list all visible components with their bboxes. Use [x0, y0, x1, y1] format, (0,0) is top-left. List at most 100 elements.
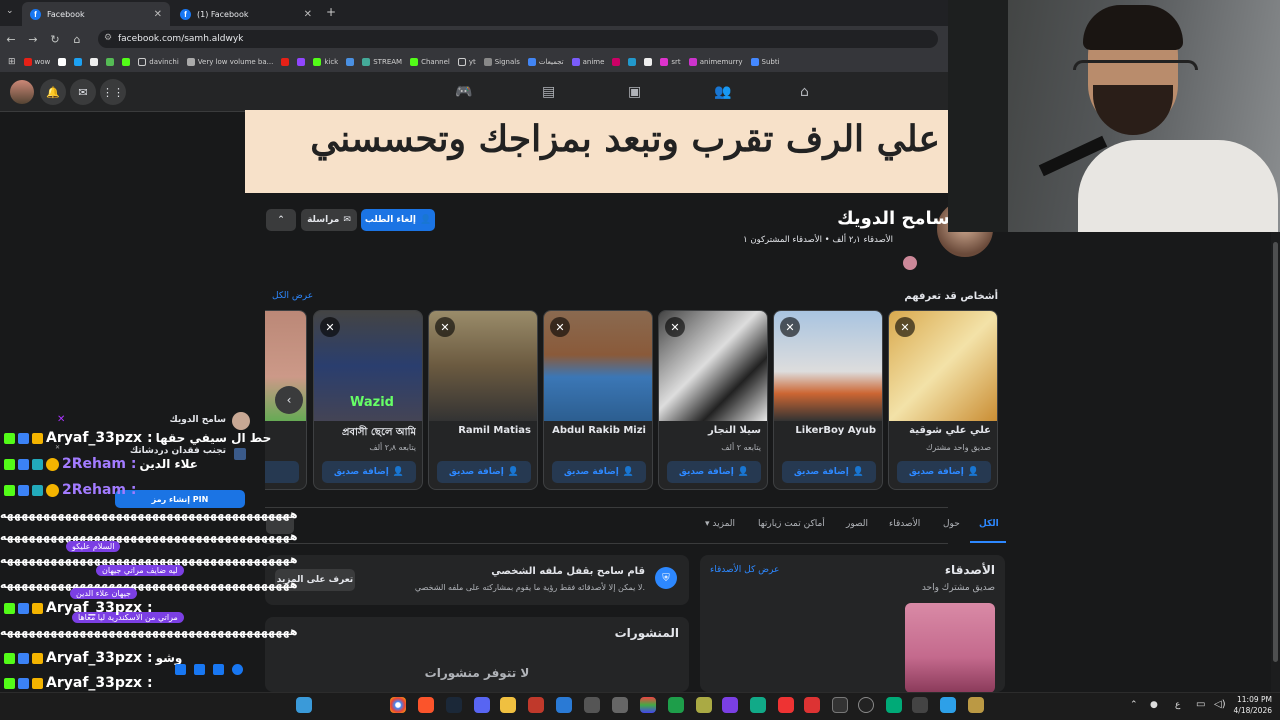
app-icon[interactable]: [778, 697, 794, 713]
tab-all[interactable]: الكل: [979, 519, 999, 529]
bookmark-low-volume[interactable]: Very low volume ba...: [186, 58, 273, 66]
close-icon[interactable]: ✕: [665, 317, 685, 337]
add-friend-button[interactable]: إضافة صديق 👤: [782, 461, 876, 483]
close-icon[interactable]: ✕: [154, 9, 162, 20]
see-all-friends-link[interactable]: عرض كل الأصدقاء: [710, 565, 779, 575]
scrollbar-thumb[interactable]: [1273, 242, 1278, 662]
site-info-icon[interactable]: ⚙: [104, 33, 112, 43]
home-icon[interactable]: ⌂: [800, 84, 809, 100]
pymk-card[interactable]: Wazid ✕ প্রবাসী ছেলে আমি يتابعه ٢٫٨ ألف …: [313, 310, 423, 490]
card-name[interactable]: سيلا النجار: [663, 425, 761, 436]
obs-icon[interactable]: [858, 697, 874, 713]
volume-icon[interactable]: ◁): [1214, 699, 1226, 710]
bookmark-icon[interactable]: [644, 58, 653, 66]
card-name[interactable]: LikerBoy Ayub: [778, 425, 876, 436]
bookmark-animemurry[interactable]: animemurry: [688, 58, 743, 66]
tab-friends[interactable]: الأصدقاء: [889, 519, 920, 529]
friends-icon[interactable]: 👥: [714, 84, 731, 100]
bookmark-subti[interactable]: Subti: [750, 58, 780, 66]
add-friend-button[interactable]: إضافة صديق 👤: [897, 461, 991, 483]
pymk-card[interactable]: ✕ سيلا النجار يتابعه ٢ ألف إضافة صديق 👤: [658, 310, 768, 490]
close-icon[interactable]: ✕: [895, 317, 915, 337]
gaming-icon[interactable]: 🎮: [455, 84, 472, 100]
app-icon[interactable]: [696, 697, 712, 713]
collapse-button[interactable]: ⌃: [266, 209, 296, 231]
message-button[interactable]: مراسلة ✉: [301, 209, 357, 231]
card-name[interactable]: প্রবাসী ছেলে আমি: [318, 425, 416, 442]
pymk-card[interactable]: ✕ Abdul Rakib Mizi إضافة صديق 👤: [543, 310, 653, 490]
tab-facebook[interactable]: f Facebook ✕: [22, 2, 170, 26]
kick-icon[interactable]: [122, 58, 131, 66]
discord-icon[interactable]: [474, 697, 490, 713]
clock-date[interactable]: 4/18/2026: [1228, 706, 1272, 715]
app-icon[interactable]: [804, 697, 820, 713]
avatar[interactable]: [10, 80, 34, 104]
app-icon[interactable]: [886, 697, 902, 713]
app-icon[interactable]: [722, 697, 738, 713]
see-all-link[interactable]: عرض الكل: [272, 291, 313, 301]
mutual-friend-avatar[interactable]: [901, 254, 919, 272]
scrollbar[interactable]: [1271, 232, 1280, 692]
apps-icon[interactable]: ⊞: [8, 57, 16, 67]
bookmark-icon[interactable]: [346, 58, 355, 66]
app-icon[interactable]: [968, 697, 984, 713]
tab-more[interactable]: ▾ المزيد: [705, 519, 735, 529]
close-icon[interactable]: ✕: [780, 317, 800, 337]
tab-check-ins[interactable]: أماكن تمت زيارتها: [758, 519, 825, 529]
tab-facebook-notifications[interactable]: f (1) Facebook ✕: [172, 2, 320, 26]
add-friend-button[interactable]: [265, 461, 299, 483]
reload-icon[interactable]: ↻: [44, 33, 66, 46]
bookmark-icon[interactable]: [628, 58, 637, 66]
microphone-icon[interactable]: ●: [1150, 700, 1158, 710]
chat-contact-name[interactable]: سامح الدويك: [170, 415, 226, 425]
steam-icon[interactable]: [446, 697, 462, 713]
close-icon[interactable]: ✕: [304, 9, 312, 20]
bookmark-icon[interactable]: [90, 58, 99, 66]
network-icon[interactable]: ▭: [1196, 699, 1205, 710]
chevron-up-icon[interactable]: ⌃: [1130, 700, 1138, 710]
close-icon[interactable]: ✕: [435, 317, 455, 337]
brave-icon[interactable]: [418, 697, 434, 713]
bookmark-wow[interactable]: wow: [23, 58, 50, 66]
app-icon[interactable]: [832, 697, 848, 713]
profile-stats[interactable]: الأصدقاء ٢٫١ ألف • الأصدقاء المشتركون ١: [700, 235, 893, 245]
card-name[interactable]: علي علي شوقية: [893, 425, 991, 436]
card-name[interactable]: Abdul Rakib Mizi: [548, 425, 646, 436]
add-friend-button[interactable]: إضافة صديق 👤: [667, 461, 761, 483]
app-icon[interactable]: [612, 697, 628, 713]
messenger-icon[interactable]: ✉: [70, 79, 96, 105]
pymk-card[interactable]: ✕ LikerBoy Ayub إضافة صديق 👤: [773, 310, 883, 490]
pymk-card[interactable]: ✕ Ramil Matias إضافة صديق 👤: [428, 310, 538, 490]
app-icon[interactable]: [528, 697, 544, 713]
terminal-icon[interactable]: [912, 697, 928, 713]
chevron-left-icon[interactable]: ‹: [275, 386, 303, 414]
new-tab-icon[interactable]: +: [326, 5, 336, 19]
bookmark-icon[interactable]: [612, 58, 621, 66]
microphone-icon[interactable]: [232, 664, 243, 675]
bookmark-icon[interactable]: [74, 58, 83, 66]
image-icon[interactable]: [213, 664, 224, 675]
back-icon[interactable]: ←: [0, 33, 22, 46]
gif-icon[interactable]: [175, 664, 186, 675]
close-icon[interactable]: ✕: [320, 317, 340, 337]
bookmark-anime[interactable]: anime: [571, 58, 604, 66]
pymk-card[interactable]: ✕ علي علي شوقية صديق واحد مشترك إضافة صد…: [888, 310, 998, 490]
bookmark-stream[interactable]: STREAM: [362, 58, 402, 66]
sticker-icon[interactable]: [194, 664, 205, 675]
menu-grid-icon[interactable]: ⋮⋮: [100, 79, 126, 105]
forward-icon[interactable]: →: [22, 33, 44, 46]
marketplace-icon[interactable]: ▤: [542, 84, 555, 100]
bookmark-yt[interactable]: yt: [457, 58, 476, 66]
tab-photos[interactable]: الصور: [846, 519, 868, 529]
tiktok-icon[interactable]: [58, 58, 67, 66]
add-friend-button[interactable]: إضافة صديق 👤: [437, 461, 531, 483]
app-icon[interactable]: [940, 697, 956, 713]
folder-icon[interactable]: [500, 697, 516, 713]
cancel-request-button[interactable]: إلغاء الطلب 👤: [361, 209, 435, 231]
bookmark-collections[interactable]: تجميعات: [527, 58, 564, 66]
add-friend-button[interactable]: إضافة صديق 👤: [552, 461, 646, 483]
bookmark-srt[interactable]: srt: [660, 58, 681, 66]
close-icon[interactable]: ✕: [57, 414, 65, 425]
tab-about[interactable]: حول: [943, 519, 960, 529]
xbox-icon[interactable]: [668, 697, 684, 713]
